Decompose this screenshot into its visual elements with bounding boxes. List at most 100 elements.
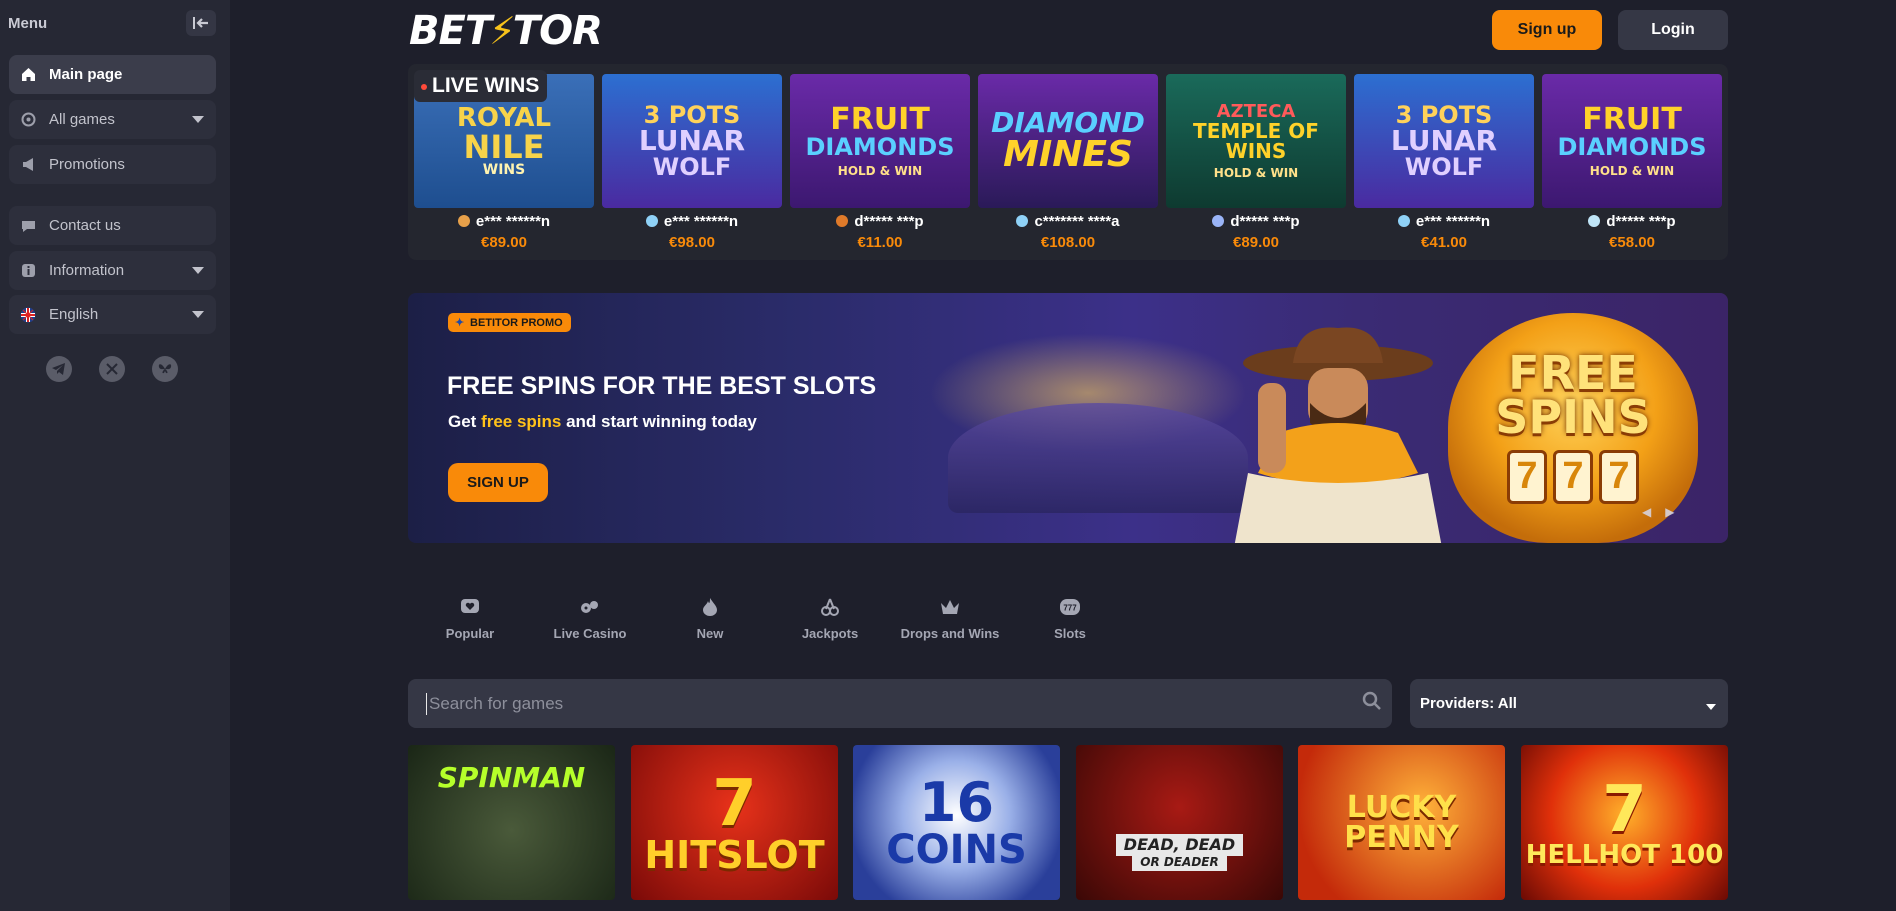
category-label: Drops and Wins: [900, 626, 1000, 641]
game-title-line: LUNAR: [638, 124, 746, 157]
winner-user: d***** ***p: [790, 212, 970, 230]
win-amount: €11.00: [857, 234, 903, 251]
search-icon[interactable]: [1362, 691, 1382, 716]
user-rank-icon: [645, 215, 658, 227]
menu-header: Menu: [0, 0, 230, 46]
carousel-arrows: ◀ ▶: [1642, 505, 1674, 519]
providers-selected-value: Providers: All: [1420, 695, 1517, 712]
winner-name: d***** ***p: [854, 212, 924, 230]
badge-line: SPINS: [1495, 390, 1651, 444]
sidebar-item-contact-us[interactable]: Contact us: [9, 206, 216, 245]
category-label: Slots: [1054, 626, 1086, 641]
win-amount: €41.00: [1421, 234, 1467, 251]
info-icon: [20, 263, 36, 279]
win-amount: €108.00: [1040, 234, 1096, 251]
user-rank-icon: [1588, 215, 1601, 227]
game-title: SPINMAN: [437, 760, 586, 794]
login-button[interactable]: Login: [1618, 10, 1728, 50]
category-tab-new[interactable]: New: [660, 598, 760, 641]
sidebar-item-main-page[interactable]: Main page: [9, 55, 216, 94]
game-thumbnail: AZTECA TEMPLE OF WINS HOLD & WIN: [1166, 74, 1346, 208]
search-input[interactable]: [426, 692, 1362, 715]
x-icon[interactable]: [99, 356, 125, 382]
collapse-menu-button[interactable]: [186, 10, 216, 36]
game-title-line: DIAMOND: [991, 106, 1145, 139]
live-win-card[interactable]: FRUIT DIAMONDS HOLD & WIN d***** ***p €5…: [1542, 74, 1722, 251]
game-title: HELLHOT 100: [1525, 839, 1724, 870]
game-title-line: FRUIT: [1582, 102, 1682, 137]
reel-symbol: 7: [1599, 449, 1639, 504]
category-tab-popular[interactable]: Popular: [420, 598, 520, 641]
win-amount: €98.00: [669, 234, 715, 251]
category-tab-slots[interactable]: 777 Slots: [1020, 598, 1120, 641]
menu-title: Menu: [8, 14, 48, 32]
game-tile-hitslot[interactable]: 7 HITSLOT: [631, 745, 838, 900]
game-title: COINS: [886, 826, 1027, 873]
game-title-line: TEMPLE OF WINS: [1193, 119, 1319, 163]
game-tile-lucky-penny[interactable]: LUCKY PENNY: [1298, 745, 1505, 900]
game-title-line: FRUIT: [830, 102, 930, 137]
sidebar-item-information[interactable]: Information: [9, 251, 216, 290]
game-title-line: WOLF: [1404, 153, 1484, 181]
betitor-logo[interactable]: BET ⚡︎ TOR: [409, 8, 603, 54]
providers-select[interactable]: Providers: All: [1410, 679, 1728, 728]
lightning-bolt-icon: ⚡︎: [489, 9, 516, 53]
sidebar: Menu Main page All games Promotions Cont…: [0, 0, 230, 911]
live-win-card[interactable]: AZTECA TEMPLE OF WINS HOLD & WIN d***** …: [1166, 74, 1346, 251]
butterfly-icon[interactable]: [152, 356, 178, 382]
user-rank-icon: [1397, 215, 1410, 227]
user-rank-icon: [836, 215, 849, 227]
sidebar-item-label: English: [49, 306, 99, 323]
winner-user: e*** ******n: [602, 212, 782, 230]
promo-banner[interactable]: ✦ BETITOR PROMO FREE SPINS FOR THE BEST …: [408, 293, 1728, 543]
game-tile-spinman[interactable]: SPINMAN: [408, 745, 615, 900]
promo-tag-label: BETITOR PROMO: [470, 316, 563, 329]
game-tile-hellhot-100[interactable]: 7 HELLHOT 100: [1521, 745, 1728, 900]
category-label: Live Casino: [553, 626, 627, 641]
megaphone-icon: [20, 157, 36, 173]
category-tab-jackpots[interactable]: Jackpots: [780, 598, 880, 641]
cherries-icon: [820, 598, 840, 616]
winner-name: e*** ******n: [475, 212, 551, 230]
game-title-line: WINS: [482, 162, 526, 178]
sidebar-item-all-games[interactable]: All games: [9, 100, 216, 139]
arrow-left-icon[interactable]: ◀: [1642, 505, 1651, 519]
star-icon: ✦: [455, 317, 465, 329]
game-thumbnail: DIAMOND MINES: [978, 74, 1158, 208]
live-win-card[interactable]: 3 POTS LUNAR WOLF e*** ******n €41.00: [1354, 74, 1534, 251]
home-icon: [20, 67, 36, 83]
reel-symbol: 7: [1553, 449, 1593, 504]
telegram-icon[interactable]: [46, 356, 72, 382]
live-win-card[interactable]: 3 POTS LUNAR WOLF e*** ******n €98.00: [602, 74, 782, 251]
user-rank-icon: [1016, 215, 1029, 227]
winner-user: d***** ***p: [1166, 212, 1346, 230]
promo-subtitle: Get free spins and start winning today: [448, 412, 757, 432]
game-tile-16-coins[interactable]: 16 COINS: [853, 745, 1060, 900]
game-title: HITSLOT: [644, 832, 825, 877]
game-title: 7: [712, 766, 757, 841]
game-title-line: LUNAR: [1390, 124, 1498, 157]
promo-sub-text: Get: [448, 412, 482, 431]
category-tab-live-casino[interactable]: Live Casino: [540, 598, 640, 641]
game-title-line: NILE: [463, 128, 545, 166]
category-tab-drops-and-wins[interactable]: Drops and Wins: [900, 598, 1000, 641]
live-wins-label: LIVE WINS: [414, 70, 548, 102]
game-tile-dead-dead-or-deader[interactable]: DEAD, DEAD OR DEADER: [1076, 745, 1283, 900]
sidebar-item-language[interactable]: English: [9, 295, 216, 334]
sidebar-item-promotions[interactable]: Promotions: [9, 145, 216, 184]
promo-title: FREE SPINS FOR THE BEST SLOTS: [447, 372, 877, 400]
sidebar-item-label: All games: [49, 111, 115, 128]
sidebar-item-label: Promotions: [49, 156, 125, 173]
winner-user: d***** ***p: [1542, 212, 1722, 230]
winner-user: e*** ******n: [1354, 212, 1534, 230]
signup-button[interactable]: Sign up: [1492, 10, 1602, 50]
category-label: Popular: [445, 626, 495, 641]
arrow-right-icon[interactable]: ▶: [1665, 505, 1674, 519]
uk-flag-icon: [20, 307, 36, 323]
live-win-card[interactable]: DIAMOND MINES c******* ****a €108.00: [978, 74, 1158, 251]
slot-777-icon: 777: [1060, 598, 1080, 616]
live-win-card[interactable]: FRUIT DIAMONDS HOLD & WIN d***** ***p €1…: [790, 74, 970, 251]
reel-symbol: 7: [1507, 449, 1547, 504]
winner-name: c******* ****a: [1034, 212, 1120, 230]
promo-signup-button[interactable]: SIGN UP: [448, 463, 548, 502]
